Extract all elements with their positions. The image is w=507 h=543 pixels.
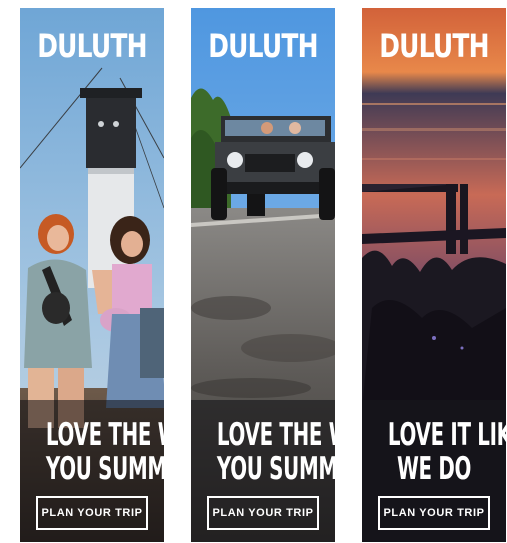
duluth-logo: DULUTH bbox=[37, 27, 147, 65]
ad-banner-set: DULUTH LOVE THE WAY YOU SUMMER PLAN YOUR… bbox=[0, 0, 507, 543]
banner-2-headline-line-1: LOVE THE WAY bbox=[216, 417, 335, 453]
duluth-logo: DULUTH bbox=[379, 27, 489, 65]
duluth-logo: DULUTH bbox=[208, 27, 318, 65]
banner-3-headline-line-2: WE DO bbox=[396, 451, 472, 487]
banner-2-headline: LOVE THE WAY YOU SUMMER bbox=[191, 418, 335, 486]
banner-3-headline: LOVE IT LIKE WE DO bbox=[362, 418, 506, 486]
banner-2-headline-line-2: YOU SUMMER bbox=[216, 451, 335, 487]
banner-1-headline: LOVE THE WAY YOU SUMMER bbox=[20, 418, 164, 486]
banner-1-headline-line-2: YOU SUMMER bbox=[45, 451, 164, 487]
ad-banner-1[interactable]: DULUTH LOVE THE WAY YOU SUMMER PLAN YOUR… bbox=[20, 8, 164, 542]
banner-1-plan-trip-button[interactable]: PLAN YOUR TRIP bbox=[36, 496, 148, 530]
banner-1-headline-line-1: LOVE THE WAY bbox=[45, 417, 164, 453]
banner-3-headline-line-1: LOVE IT LIKE bbox=[387, 417, 506, 453]
banner-3-plan-trip-button[interactable]: PLAN YOUR TRIP bbox=[378, 496, 490, 530]
banner-2-plan-trip-button[interactable]: PLAN YOUR TRIP bbox=[207, 496, 319, 530]
ad-banner-2[interactable]: DULUTH LOVE THE WAY YOU SUMMER PLAN YOUR… bbox=[191, 8, 335, 542]
ad-banner-3[interactable]: DULUTH LOVE IT LIKE WE DO PLAN YOUR TRIP bbox=[362, 8, 506, 542]
